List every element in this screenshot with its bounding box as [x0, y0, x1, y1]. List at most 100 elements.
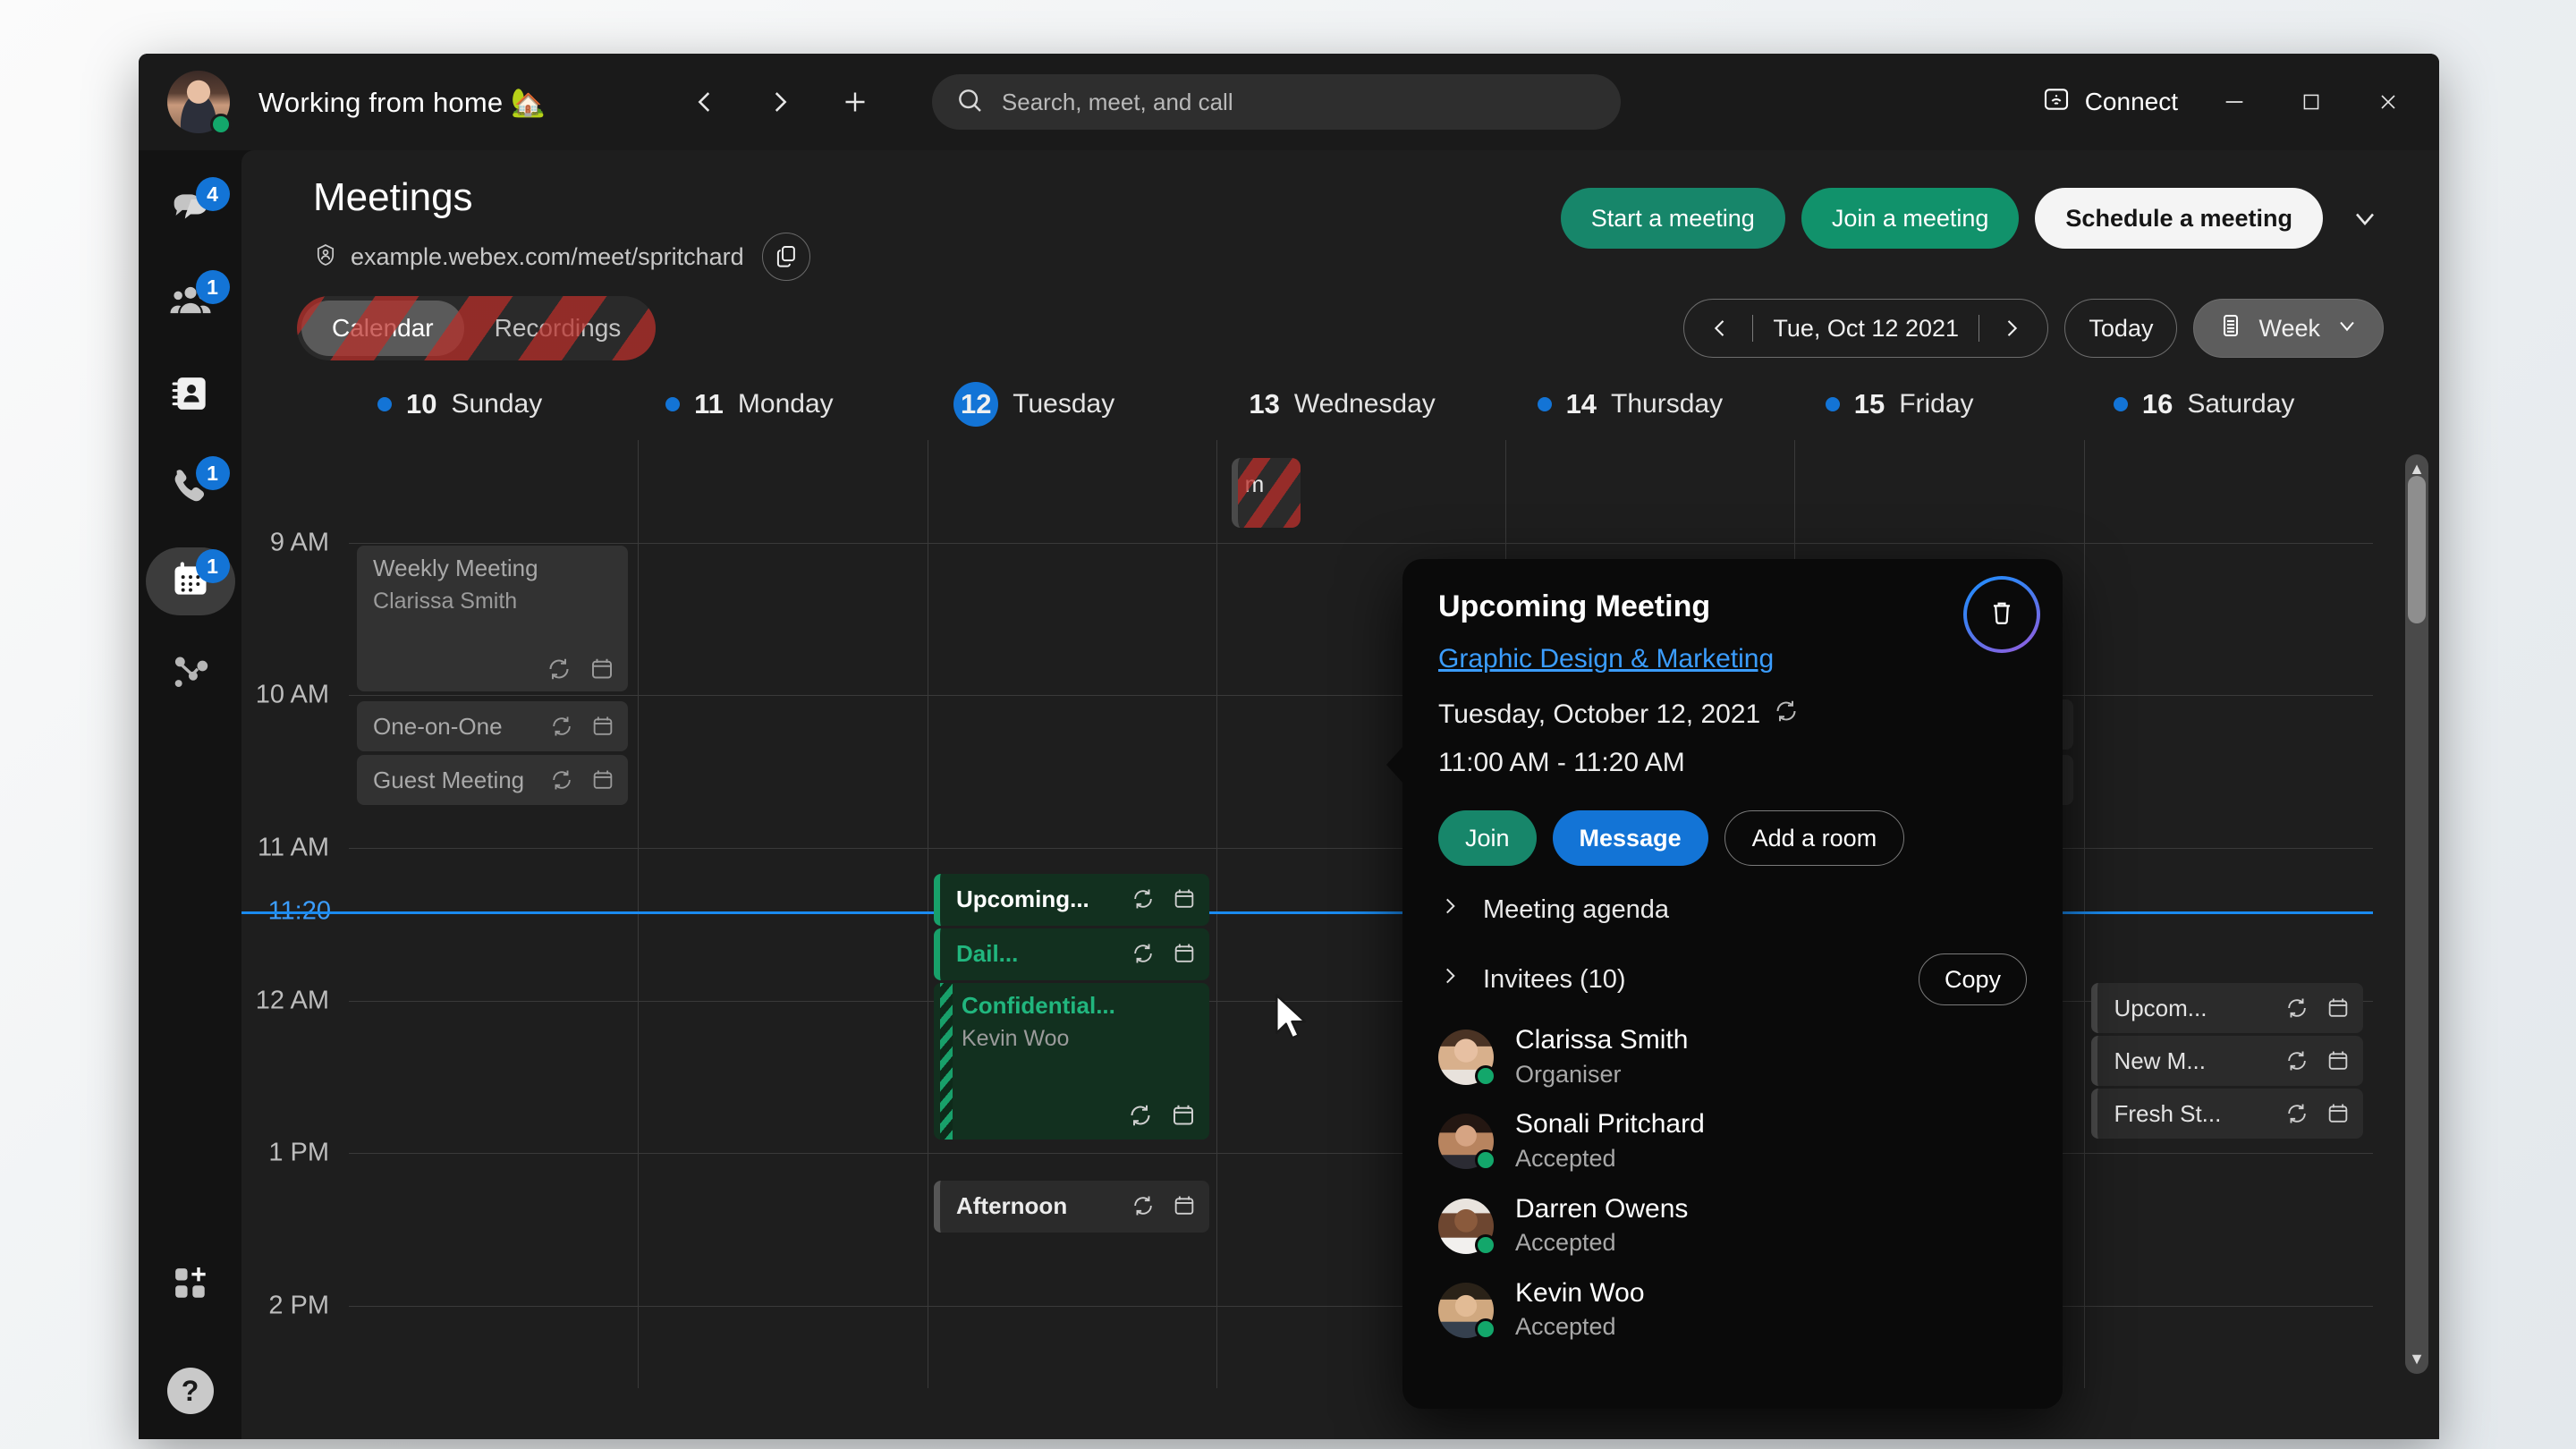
recurring-icon: [553, 770, 572, 790]
chevron-right-icon: [1438, 894, 1462, 925]
day-number: 13: [1249, 388, 1280, 419]
invitee-item[interactable]: Clarissa Smith Organiser: [1438, 1025, 2027, 1089]
popup-title: Upcoming Meeting: [1438, 589, 1711, 623]
date-navigator: Tue, Oct 12 2021: [1682, 299, 2049, 358]
event-chip-confidential[interactable]: Confidential... Kevin Woo: [934, 983, 1209, 1140]
scroll-down-icon[interactable]: ▼: [2409, 1350, 2425, 1368]
prev-date-button[interactable]: [1707, 316, 1733, 341]
sidebar-item-contacts[interactable]: [146, 361, 235, 429]
calendar-chip-icon: [1174, 889, 1194, 908]
maximize-button[interactable]: [2273, 72, 2350, 131]
app-window: Working from home 🏡 Search, meet, and ca…: [139, 54, 2439, 1439]
title-bar: Working from home 🏡 Search, meet, and ca…: [139, 54, 2439, 150]
sidebar-item-insights[interactable]: [146, 640, 235, 708]
message-button[interactable]: Message: [1552, 810, 1708, 866]
meeting-agenda-disclosure[interactable]: Meeting agenda: [1438, 894, 2027, 925]
day-header-saturday[interactable]: 16 Saturday: [2085, 372, 2373, 436]
add-room-button[interactable]: Add a room: [1724, 810, 1905, 866]
left-nav-rail: 4 1 1 1 ?: [139, 150, 242, 1439]
rail-bottom-group: ?: [139, 1251, 242, 1414]
today-label: Today: [2089, 314, 2154, 342]
day-name: Tuesday: [1013, 389, 1115, 419]
invitee-name: Sonali Pritchard: [1515, 1109, 1705, 1140]
day-header-monday[interactable]: 11 Monday: [637, 372, 925, 436]
day-header-row: 10 Sunday 11 Monday 12 Tuesday 13 Wednes…: [242, 372, 2439, 436]
help-button[interactable]: ?: [166, 1368, 214, 1414]
day-name: Friday: [1899, 389, 1974, 419]
user-avatar[interactable]: [167, 71, 232, 135]
day-header-tuesday[interactable]: 12 Tuesday: [925, 372, 1213, 436]
calling-badge: 1: [195, 456, 230, 490]
invitee-list: Clarissa Smith Organiser Sonali Pritchar…: [1438, 1025, 2027, 1343]
day-name: Sunday: [451, 389, 543, 419]
presence-indicator: [210, 114, 232, 135]
event-icons: [2284, 1101, 2351, 1126]
event-chip-daily[interactable]: Dail...: [934, 928, 1209, 980]
view-selector-button[interactable]: Week: [2193, 299, 2384, 358]
share-nodes-icon: [168, 650, 213, 699]
forward-button[interactable]: [755, 77, 805, 127]
today-button[interactable]: Today: [2064, 299, 2178, 358]
event-chip[interactable]: Guest Meeting: [357, 755, 629, 805]
tab-calendar[interactable]: Calendar: [301, 301, 464, 356]
search-bar[interactable]: [931, 74, 1621, 130]
connect-icon: [2042, 85, 2071, 120]
event-chip-saturday-2[interactable]: New M...: [2091, 1036, 2363, 1086]
sidebar-item-calling[interactable]: 1: [146, 454, 235, 522]
avatar: [1438, 1282, 1496, 1340]
calendar-scrollbar[interactable]: ▲ ▼: [2402, 440, 2432, 1388]
copy-link-button[interactable]: [761, 233, 810, 281]
invitee-item[interactable]: Darren Owens Accepted: [1438, 1194, 2027, 1258]
connect-label: Connect: [2084, 88, 2178, 115]
sidebar-item-messaging[interactable]: 4: [146, 175, 235, 243]
hour-label: 12 AM: [255, 986, 329, 1015]
event-chip[interactable]: Weekly Meeting Clarissa Smith: [357, 546, 629, 691]
minimize-button[interactable]: [2196, 72, 2273, 131]
join-meeting-button[interactable]: Join a meeting: [1801, 188, 2020, 249]
personal-room-icon: [313, 242, 338, 272]
new-item-button[interactable]: [830, 77, 880, 127]
day-number: 11: [694, 388, 724, 419]
invitees-disclosure[interactable]: Invitees (10): [1438, 964, 1626, 995]
delete-meeting-button[interactable]: [1963, 576, 2040, 653]
invitee-item[interactable]: Sonali Pritchard Accepted: [1438, 1109, 2027, 1174]
join-button[interactable]: Join: [1438, 810, 1537, 866]
meeting-date-text: Tuesday, October 12, 2021: [1438, 699, 1761, 729]
close-button[interactable]: [2350, 72, 2427, 131]
invitee-item[interactable]: Kevin Woo Accepted: [1438, 1278, 2027, 1343]
event-chip-afternoon[interactable]: Afternoon: [934, 1181, 1209, 1233]
event-chip-saturday-1[interactable]: Upcom...: [2091, 983, 2363, 1033]
back-button[interactable]: [680, 77, 730, 127]
chevron-down-icon[interactable]: [2339, 192, 2391, 244]
copy-invitees-button[interactable]: Copy: [1918, 953, 2027, 1005]
schedule-meeting-button[interactable]: Schedule a meeting: [2035, 188, 2323, 249]
connect-button[interactable]: Connect: [2024, 76, 2196, 129]
day-header-wednesday[interactable]: 13 Wednesday: [1213, 372, 1508, 436]
event-chip-saturday-3[interactable]: Fresh St...: [2091, 1089, 2363, 1139]
event-chip[interactable]: One-on-One: [357, 701, 629, 751]
sidebar-item-teams[interactable]: 1: [146, 268, 235, 336]
trash-icon: [1987, 597, 2017, 632]
next-date-button[interactable]: [1999, 316, 2024, 341]
recurring-icon: [2287, 998, 2306, 1018]
event-chip-highlighted[interactable]: m: [1231, 458, 1301, 528]
event-chip-upcoming[interactable]: Upcoming...: [934, 874, 1209, 926]
meeting-space-link[interactable]: Graphic Design & Marketing: [1438, 644, 1774, 674]
hour-label: 9 AM: [269, 528, 329, 557]
day-header-sunday[interactable]: 10 Sunday: [349, 372, 637, 436]
day-header-thursday[interactable]: 14 Thursday: [1509, 372, 1797, 436]
presence-indicator: [1475, 1233, 1496, 1256]
calendar-chip-icon: [1173, 1105, 1193, 1125]
sidebar-item-meetings[interactable]: 1: [145, 547, 235, 615]
search-icon: [955, 86, 984, 119]
day-header-friday[interactable]: 15 Friday: [1797, 372, 2085, 436]
scrollbar-thumb[interactable]: [2408, 476, 2426, 623]
calendar-chip-icon: [1174, 944, 1194, 962]
meeting-details-popup: Upcoming Meeting Graphic Design & Market…: [1386, 559, 2063, 1409]
tab-recordings[interactable]: Recordings: [464, 301, 652, 356]
calendar-grid: 9 AM 10 AM 11 AM 11:20 12 AM 1 PM 2 PM W…: [242, 440, 2439, 1388]
meeting-date: Tuesday, October 12, 2021: [1438, 698, 2027, 732]
start-meeting-button[interactable]: Start a meeting: [1560, 188, 1785, 249]
apps-button[interactable]: [146, 1251, 235, 1319]
search-input[interactable]: [1001, 88, 1597, 116]
